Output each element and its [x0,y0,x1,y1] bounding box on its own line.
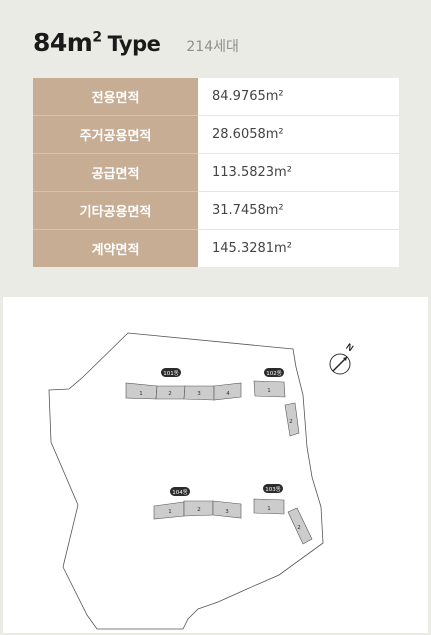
building-tag-label: 103동 [265,486,281,493]
spec-value: 28.6058m² [198,115,399,154]
household-count: 214세대 [186,39,239,55]
table-row: 주거공용면적 28.6058m² [33,115,399,154]
unit-label: 3 [197,391,201,397]
unit-label: 4 [226,391,230,397]
spec-value: 84.9765m² [198,78,399,116]
table-row: 기타공용면적 31.7458m² [33,191,399,230]
unit-type-title: 84m2 Type 214세대 [33,28,239,57]
building-tag-label: 104동 [172,489,188,496]
building-tag-label: 102동 [266,370,282,377]
spec-label: 계약면적 [33,229,198,267]
table-row: 공급면적 113.5823m² [33,153,399,192]
unit-label: 1 [168,509,172,515]
type-label: Type [107,32,161,56]
building-tag: 101동 [161,368,181,377]
site-plan-svg: N 101동 1 2 3 4 102동 1 2 104동 1 2 3 103동 … [48,332,355,630]
spec-label: 공급면적 [33,153,198,192]
north-compass-icon: N [329,341,355,375]
unit-type-heading: 84m2 Type [33,28,161,57]
building-tag: 103동 [263,484,283,493]
area-superscript: 2 [92,29,102,46]
unit-label: 2 [197,507,201,513]
unit-info-panel: 84m2 Type 214세대 전용면적 84.9765m² 주거공용면적 28.… [0,0,431,295]
unit-label: 1 [267,388,271,394]
spec-value: 31.7458m² [198,191,399,230]
compass-label: N [344,341,355,353]
unit-label: 1 [267,506,271,512]
building-tag-label: 101동 [163,370,179,377]
unit-label: 2 [168,391,172,397]
spec-label: 기타공용면적 [33,191,198,230]
area-spec-table: 전용면적 84.9765m² 주거공용면적 28.6058m² 공급면적 113… [33,78,399,267]
spec-label: 주거공용면적 [33,115,198,154]
spec-value: 113.5823m² [198,153,399,192]
site-plan: N 101동 1 2 3 4 102동 1 2 104동 1 2 3 103동 … [3,297,428,633]
table-row: 전용면적 84.9765m² [33,78,399,116]
building-tag: 104동 [170,487,190,496]
unit-label: 3 [225,509,229,515]
building-tag: 102동 [264,368,284,377]
unit-label: 2 [289,419,293,425]
area-value: 84m [33,28,93,57]
site-boundary [48,332,324,630]
spec-value: 145.3281m² [198,229,399,267]
unit-label: 1 [139,391,143,397]
spec-label: 전용면적 [33,78,198,116]
table-row: 계약면적 145.3281m² [33,229,399,267]
unit-label: 2 [297,525,301,531]
